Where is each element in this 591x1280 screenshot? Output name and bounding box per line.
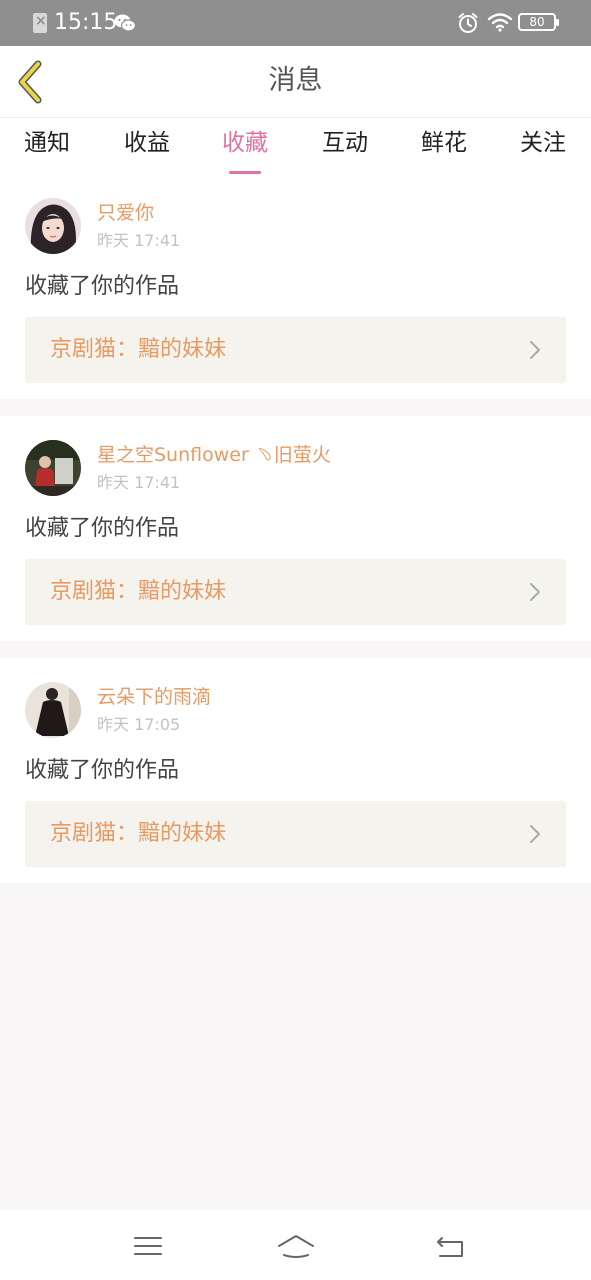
chevron-right-icon xyxy=(530,825,540,843)
work-title: 京剧猫：黯的妹妹 xyxy=(50,337,227,362)
message-time: 昨天 17:41 xyxy=(97,473,181,492)
user-name[interactable]: 只爱你 xyxy=(97,200,154,226)
work-title: 京剧猫：黯的妹妹 xyxy=(50,821,227,846)
message-card: 云朵下的雨滴 昨天 17:05 收藏了你的作品 京剧猫：黯的妹妹 xyxy=(0,658,591,883)
tab-flowers[interactable]: 鲜花 xyxy=(409,128,479,158)
header: 消息 xyxy=(0,46,591,118)
avatar[interactable] xyxy=(25,198,81,254)
work-link[interactable]: 京剧猫：黯的妹妹 xyxy=(25,559,566,625)
tab-label: 关注 xyxy=(520,130,566,156)
tab-label: 收藏 xyxy=(222,130,268,156)
message-action: 收藏了你的作品 xyxy=(25,274,180,299)
user-name[interactable]: 云朵下的雨滴 xyxy=(97,684,211,710)
menu-icon[interactable] xyxy=(128,1230,168,1262)
message-card: 只爱你 昨天 17:41 收藏了你的作品 京剧猫：黯的妹妹 xyxy=(0,174,591,399)
wifi-icon xyxy=(487,13,513,32)
home-icon[interactable] xyxy=(276,1230,316,1262)
avatar[interactable] xyxy=(25,682,81,738)
tab-notifications[interactable]: 通知 xyxy=(12,128,82,158)
message-action: 收藏了你的作品 xyxy=(25,758,180,783)
message-time: 昨天 17:41 xyxy=(97,231,181,250)
chevron-right-icon xyxy=(530,583,540,601)
message-action: 收藏了你的作品 xyxy=(25,516,180,541)
user-name[interactable]: 星之空Sunflower ﹆旧萤火 xyxy=(97,442,331,468)
work-link[interactable]: 京剧猫：黯的妹妹 xyxy=(25,317,566,383)
tab-label: 收益 xyxy=(124,130,170,156)
return-icon[interactable] xyxy=(430,1230,470,1262)
work-link[interactable]: 京剧猫：黯的妹妹 xyxy=(25,801,566,867)
tab-interactions[interactable]: 互动 xyxy=(310,128,380,158)
avatar[interactable] xyxy=(25,440,81,496)
tab-earnings[interactable]: 收益 xyxy=(112,128,182,158)
work-title: 京剧猫：黯的妹妹 xyxy=(50,579,227,604)
battery-icon: 80 xyxy=(518,13,559,31)
tab-label: 互动 xyxy=(322,130,368,156)
system-nav-bar xyxy=(0,1210,591,1280)
tab-favorites[interactable]: 收藏 xyxy=(210,128,280,174)
tab-following[interactable]: 关注 xyxy=(508,128,578,158)
message-time: 昨天 17:05 xyxy=(97,715,181,734)
tab-label: 鲜花 xyxy=(421,130,467,156)
alarm-icon xyxy=(458,13,478,33)
no-sim-icon xyxy=(33,13,47,33)
tab-bar: 通知 收益 收藏 互动 鲜花 关注 xyxy=(0,118,591,174)
wechat-icon xyxy=(114,14,136,32)
status-time: 15:15 xyxy=(54,10,118,35)
tab-label: 通知 xyxy=(24,130,70,156)
status-bar: 15:15 80 xyxy=(0,0,591,46)
chevron-right-icon xyxy=(530,341,540,359)
page-title: 消息 xyxy=(268,65,323,96)
message-card: 星之空Sunflower ﹆旧萤火 昨天 17:41 收藏了你的作品 京剧猫：黯… xyxy=(0,416,591,641)
